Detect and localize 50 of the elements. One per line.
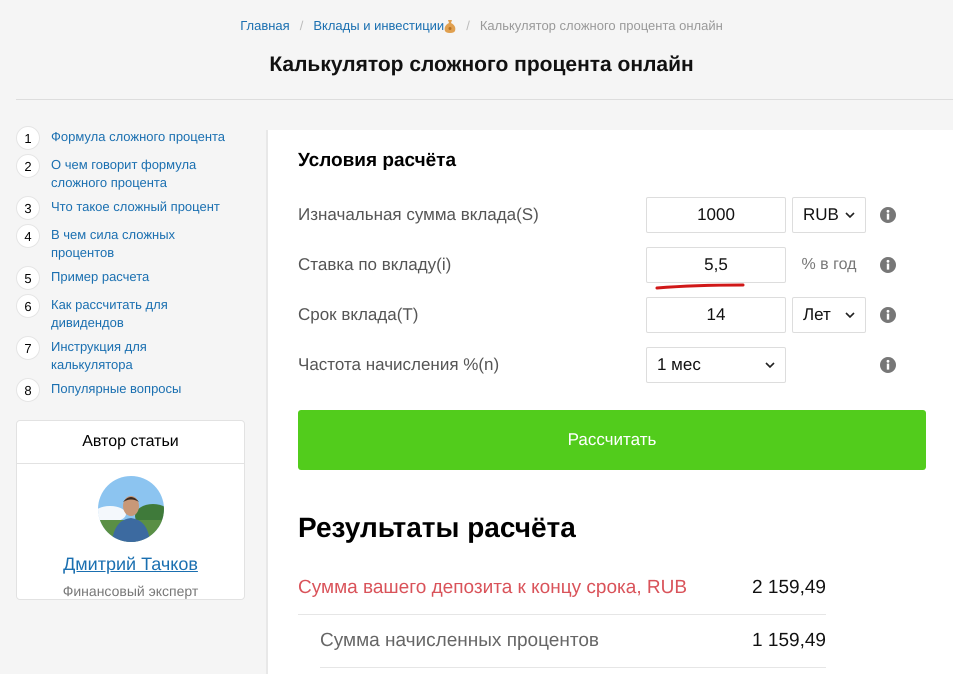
input-field[interactable]: 1000 [646, 197, 786, 233]
unit-select[interactable]: RUB [792, 197, 866, 233]
toc-link[interactable]: В чем сила сложных процентов [51, 226, 237, 262]
toc-link[interactable]: Что такое сложный процент [51, 198, 237, 216]
toc-number: 7 [16, 336, 40, 360]
info-icon[interactable] [880, 307, 896, 323]
toc-link[interactable]: Как рассчитать для дивидендов [51, 296, 237, 332]
toc-number: 4 [16, 224, 40, 248]
form-heading: Условия расчёта [298, 150, 458, 172]
info-icon[interactable] [880, 357, 896, 373]
author-name-link[interactable]: Дмитрий Тачков [63, 554, 198, 575]
unit-select[interactable]: Лет [792, 297, 866, 333]
results-heading: Результаты расчёта [298, 512, 577, 544]
breadcrumb-separator: / [466, 18, 470, 33]
input-field[interactable]: 14 [646, 297, 786, 333]
field-label: Частота начисления %(n) [298, 355, 500, 375]
author-heading: Автор статьи [17, 421, 244, 464]
page-title: Калькулятор сложного процента онлайн [268, 53, 695, 77]
chevron-down-icon [765, 362, 775, 368]
toc-link[interactable]: Инструкция для калькулятора [51, 338, 201, 374]
toc-number: 2 [16, 154, 40, 178]
toc-number: 1 [16, 126, 40, 150]
info-icon[interactable] [880, 207, 896, 223]
toc-number: 5 [16, 266, 40, 290]
result-value: 2 159,49 [752, 577, 826, 599]
toc-link[interactable]: Пример расчета [51, 268, 237, 286]
chevron-down-icon [845, 212, 855, 218]
toc-link[interactable]: Популярные вопросы [51, 380, 237, 398]
author-role: Финансовый эксперт [62, 583, 198, 599]
breadcrumb-link[interactable]: Калькулятор сложного процента онлайн [480, 18, 723, 33]
breadcrumb-link[interactable]: Главная [240, 18, 290, 33]
field-label: Срок вклада(T) [298, 305, 418, 325]
info-icon[interactable] [880, 257, 896, 273]
toc-link[interactable]: О чем говорит формула сложного процента [51, 156, 237, 192]
breadcrumb-link[interactable]: Вклады и инвестиции [313, 18, 444, 33]
toc-number: 6 [16, 294, 40, 318]
unit-label: % в год [800, 256, 858, 274]
toc-link[interactable]: Формула сложного процента [51, 128, 237, 146]
result-label: Сумма вашего депозита к концу срока, RUB [298, 577, 687, 599]
toc-number: 3 [16, 196, 40, 220]
money-bag-icon [444, 18, 456, 32]
toc-number: 8 [16, 378, 40, 402]
frequency-select[interactable]: 1 мес [646, 347, 786, 383]
chevron-down-icon [845, 312, 855, 318]
field-label: Изначальная сумма вклада(S) [298, 205, 539, 225]
result-value: 1 159,49 [752, 630, 826, 652]
result-label: Сумма начисленных процентов [320, 630, 600, 652]
breadcrumb-separator: / [300, 18, 304, 33]
input-field[interactable]: 5,5 [646, 247, 786, 283]
field-label: Ставка по вкладу(i) [298, 255, 452, 275]
